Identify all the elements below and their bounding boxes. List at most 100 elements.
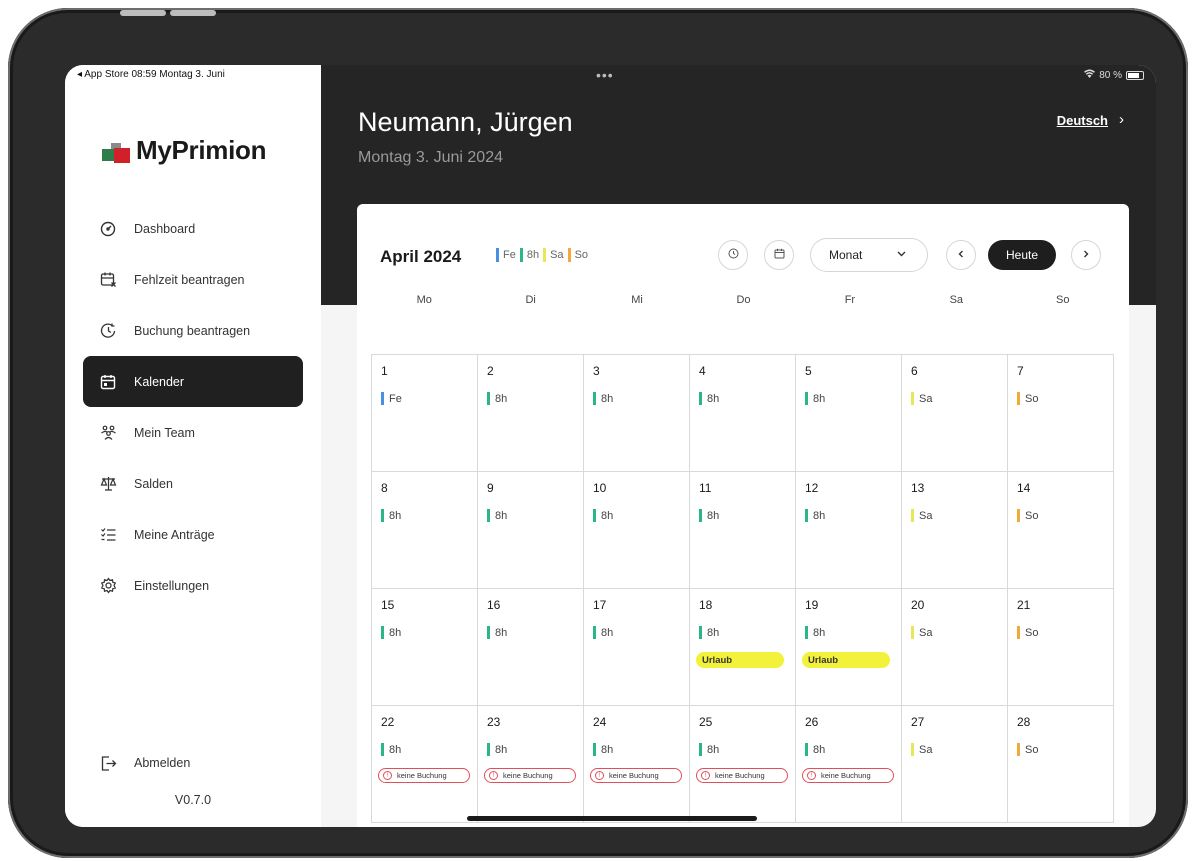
day-number: 20	[911, 598, 925, 612]
time-filter-button[interactable]	[718, 240, 748, 270]
day-number: 7	[1017, 364, 1024, 378]
calendar-day-cell[interactable]: 15 8h	[372, 589, 478, 706]
day-type-color-bar	[805, 509, 808, 522]
day-type-label: 8h	[813, 392, 826, 405]
vacation-event[interactable]: Urlaub	[802, 652, 890, 668]
weekday-label: So	[1056, 294, 1070, 306]
missing-booking-label: keine Buchung	[503, 771, 553, 780]
logout-button[interactable]: Abmelden	[83, 740, 303, 786]
tablet-frame: ◂ App Store 08:59 Montag 3. Juni MyPrimi…	[8, 8, 1188, 858]
chevron-right-icon[interactable]: ›	[1119, 111, 1124, 128]
calendar-day-cell[interactable]: 14 So	[1008, 472, 1114, 589]
day-number: 8	[381, 481, 388, 495]
calendar-day-cell[interactable]: 19 8h Urlaub	[796, 589, 902, 706]
day-type-label: 8h	[813, 626, 826, 639]
calendar-day-cell[interactable]: 17 8h	[584, 589, 690, 706]
day-number: 24	[593, 715, 607, 729]
scale-icon	[99, 475, 117, 493]
calendar-day-cell[interactable]: 9 8h	[478, 472, 584, 589]
day-type-label: So	[1025, 743, 1039, 756]
sidebar-item-kalender[interactable]: Kalender	[83, 356, 303, 407]
calendar-day-cell[interactable]: 20 Sa	[902, 589, 1008, 706]
sidebar-item-label: Salden	[134, 476, 173, 491]
day-type-tag: Fe	[381, 392, 477, 405]
calendar-day-cell[interactable]: 25 8h ! keine Buchung	[690, 706, 796, 823]
sidebar-item-meine-antraege[interactable]: Meine Anträge	[83, 509, 303, 560]
weekday-label: Do	[736, 294, 751, 306]
calendar-day-cell[interactable]: 7 So	[1008, 355, 1114, 472]
warning-icon: !	[595, 771, 604, 780]
day-type-color-bar	[487, 509, 490, 522]
sidebar-item-fehlzeit[interactable]: Fehlzeit beantragen	[83, 254, 303, 305]
calendar-day-cell[interactable]: 22 8h! keine Buchung	[372, 706, 478, 823]
day-type-color-bar	[911, 392, 914, 405]
sidebar-item-dashboard[interactable]: Dashboard	[83, 203, 303, 254]
status-bar-left: ◂ App Store 08:59 Montag 3. Juni	[77, 69, 225, 80]
calendar-day-cell[interactable]: 28 So	[1008, 706, 1114, 823]
missing-booking-label: keine Buchung	[609, 771, 659, 780]
sidebar-item-buchung[interactable]: Buchung beantragen	[83, 305, 303, 356]
warning-icon: !	[701, 771, 710, 780]
calendar-day-cell[interactable]: 1 Fe	[372, 355, 478, 472]
day-number: 12	[805, 481, 819, 495]
volume-button	[120, 10, 166, 16]
missing-booking-badge[interactable]: ! keine Buchung	[484, 768, 576, 783]
warning-icon: !	[489, 771, 498, 780]
day-type-tag: 8h	[699, 743, 795, 756]
sidebar-item-einstellungen[interactable]: Einstellungen	[83, 560, 303, 611]
multitasking-dots[interactable]: •••	[596, 67, 614, 83]
previous-month-button[interactable]	[946, 240, 976, 270]
sidebar-item-mein-team[interactable]: Mein Team	[83, 407, 303, 458]
day-type-tag: Sa	[911, 509, 1007, 522]
missing-booking-badge[interactable]: ! keine Buchung	[696, 768, 788, 783]
day-type-tag: 8h	[381, 743, 477, 756]
day-number: 28	[1017, 715, 1031, 729]
day-type-color-bar	[911, 743, 914, 756]
home-indicator[interactable]	[467, 816, 757, 821]
calendar-day-cell[interactable]: 10 8h	[584, 472, 690, 589]
day-type-tag: So	[1017, 743, 1113, 756]
calendar-day-cell[interactable]: 3 8h	[584, 355, 690, 472]
calendar-day-cell[interactable]: 13 Sa	[902, 472, 1008, 589]
day-number: 1	[381, 364, 388, 378]
sidebar-item-label: Kalender	[134, 374, 185, 389]
legend-item: Fe	[496, 248, 516, 262]
calendar-day-cell[interactable]: 4 8h	[690, 355, 796, 472]
calendar-day-cell[interactable]: 21 So	[1008, 589, 1114, 706]
missing-booking-badge[interactable]: ! keine Buchung	[378, 768, 470, 783]
legend-item: So	[567, 248, 588, 262]
sidebar-item-salden[interactable]: Salden	[83, 458, 303, 509]
calendar-day-cell[interactable]: 26 8h! keine Buchung	[796, 706, 902, 823]
calendar-day-cell[interactable]: 27 Sa	[902, 706, 1008, 823]
missing-booking-badge[interactable]: ! keine Buchung	[590, 768, 682, 783]
day-type-color-bar	[699, 743, 702, 756]
date-picker-button[interactable]	[764, 240, 794, 270]
missing-booking-badge[interactable]: ! keine Buchung	[802, 768, 894, 783]
next-month-button[interactable]	[1071, 240, 1101, 270]
day-number: 13	[911, 481, 925, 495]
calendar-day-cell[interactable]: 16 8h	[478, 589, 584, 706]
calendar-day-cell[interactable]: 6 Sa	[902, 355, 1008, 472]
vacation-event[interactable]: Urlaub	[696, 652, 784, 668]
calendar-day-cell[interactable]: 18 8h Urlaub	[690, 589, 796, 706]
day-type-color-bar	[381, 626, 384, 639]
day-type-tag: Sa	[911, 392, 1007, 405]
calendar-day-cell[interactable]: 23 8h! keine Buchung	[478, 706, 584, 823]
calendar-day-cell[interactable]: 5 8h	[796, 355, 902, 472]
today-button[interactable]: Heute	[988, 240, 1056, 270]
calendar-icon	[99, 373, 117, 391]
calendar-day-cell[interactable]: 11 8h	[690, 472, 796, 589]
view-mode-select[interactable]: Monat	[810, 238, 928, 272]
calendar-day-cell[interactable]: 2 8h	[478, 355, 584, 472]
weekday-label: Di	[525, 294, 536, 306]
user-name: Neumann, Jürgen	[358, 107, 573, 137]
calendar-day-cell[interactable]: 24 8h! keine Buchung	[584, 706, 690, 823]
language-selector[interactable]: Deutsch	[1057, 113, 1108, 128]
calendar-day-cell[interactable]: 12 8h	[796, 472, 902, 589]
sidebar-item-label: Fehlzeit beantragen	[134, 272, 245, 287]
day-type-label: 8h	[495, 392, 508, 405]
day-number: 25	[699, 715, 713, 729]
day-type-label: 8h	[601, 743, 614, 756]
chevron-down-icon	[896, 248, 907, 262]
calendar-day-cell[interactable]: 8 8h	[372, 472, 478, 589]
